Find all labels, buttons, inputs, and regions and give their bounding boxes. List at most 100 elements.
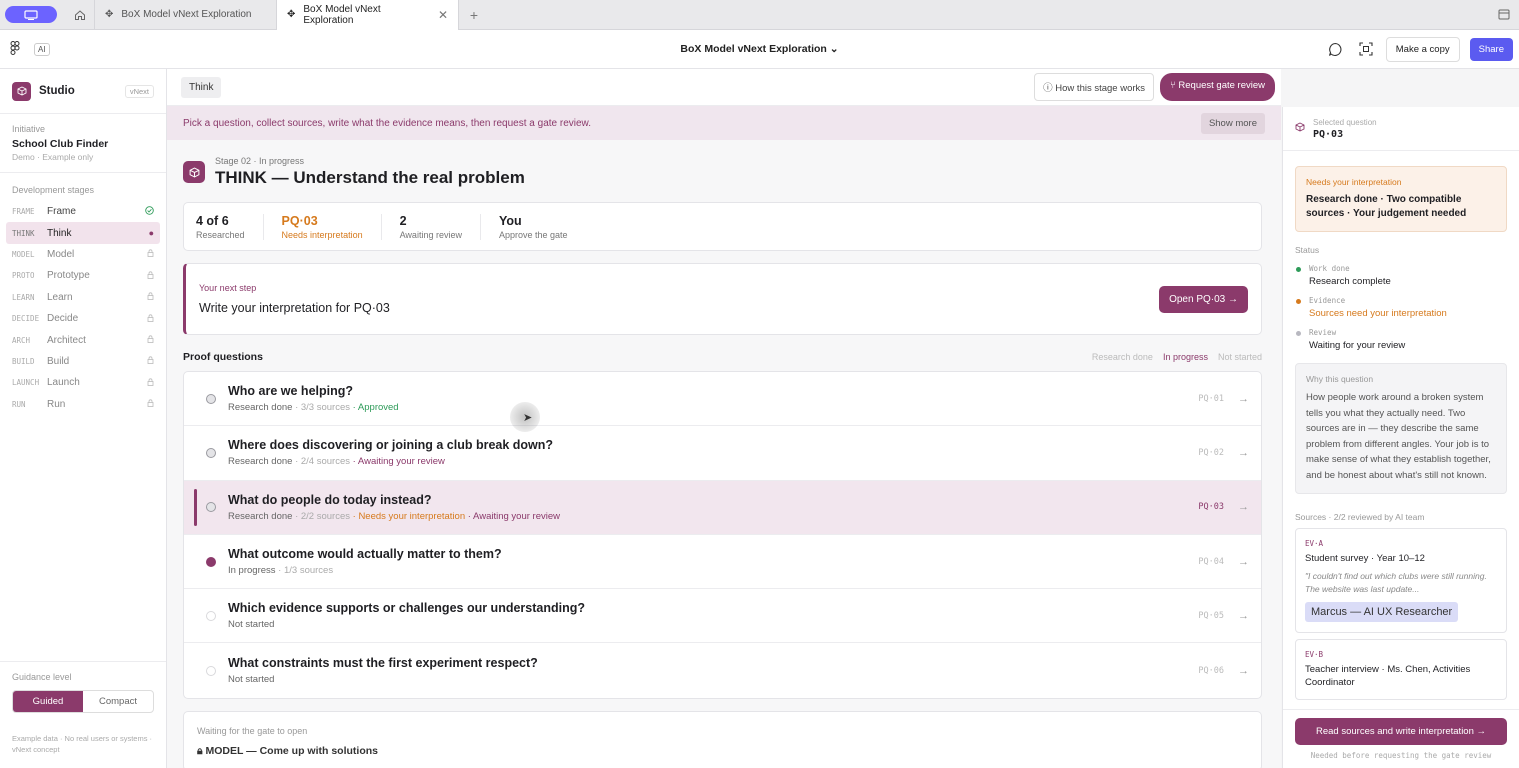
chevron-down-icon: ⌄ [829, 43, 839, 55]
stage-code: BUILD [12, 356, 35, 366]
sidebar-item-build[interactable]: BUILD Build [6, 351, 160, 372]
cube-icon [183, 161, 205, 183]
stage-name: Frame [47, 206, 76, 218]
selected-value: PQ·03 [1313, 128, 1344, 140]
sidebar-item-launch[interactable]: LAUNCH Launch [6, 372, 160, 393]
sidebar-item-learn[interactable]: LEARN Learn [6, 287, 160, 308]
callout-text: Research done · Two compatible sources ·… [1306, 194, 1467, 219]
initiative-name[interactable]: School Club Finder [12, 138, 154, 150]
cube-icon [12, 81, 31, 101]
lock-icon [147, 271, 154, 281]
new-tab-button[interactable]: + [459, 7, 489, 23]
sidebar-item-decide[interactable]: DECIDE Decide [6, 308, 160, 329]
list-item[interactable]: Where does discovering or joining a club… [184, 426, 1261, 481]
stage-name: Model [47, 248, 75, 260]
read-sources-button[interactable]: Read sources and write interpretation → [1295, 718, 1507, 745]
home-button[interactable] [65, 0, 95, 30]
status-work-done: Work done Research complete [1295, 264, 1507, 287]
stage-name: Prototype [47, 270, 90, 282]
initiative-block: Initiative School Club Finder Demo · Exa… [0, 114, 166, 173]
mouse-cursor-icon: ➤ [510, 402, 540, 432]
status-legend: Research done In progress Not started [1091, 352, 1262, 362]
home-icon [74, 9, 85, 20]
source-card-ev-b[interactable]: EV·B Teacher interview · Ms. Chen, Activ… [1295, 639, 1507, 700]
sidebar-item-run[interactable]: RUN Run [6, 394, 160, 415]
request-gate-review-button[interactable]: ⑂ Request gate review [1160, 73, 1275, 101]
status-dot-icon [1296, 267, 1301, 272]
question-id: PQ·04 [1198, 556, 1224, 567]
reviewer-chip[interactable]: Marcus — AI UX Researcher [1305, 602, 1459, 622]
stage-code: THINK [12, 228, 35, 238]
question-text: Where does discovering or joining a club… [228, 438, 554, 453]
stage-name: Think [47, 227, 72, 239]
browser-tab-2[interactable]: ✥ BoX Model vNext Exploration ✕ [277, 0, 459, 30]
initiative-label: Initiative [12, 124, 46, 134]
guidance-level: Guidance level Guided Compact Example da… [0, 661, 166, 768]
proof-questions-title: Proof questions [183, 351, 263, 363]
list-item[interactable]: Who are we helping? Research done · 3/3 … [184, 372, 1261, 427]
app-switcher-pill[interactable] [5, 6, 57, 23]
sidebar-item-frame[interactable]: FRAME Frame [6, 201, 160, 222]
list-item-selected[interactable]: What do people do today instead? Researc… [184, 480, 1261, 535]
selected-label: Selected question [1313, 117, 1377, 127]
tab-label: BoX Model vNext Exploration [303, 3, 381, 26]
stage-code: MODEL [12, 249, 35, 259]
window-menu-button[interactable] [1489, 9, 1519, 20]
sidebar-item-think[interactable]: THINK Think ● [6, 222, 160, 244]
next-stage-text: 🔒︎ MODEL — Come up with solutions [197, 744, 378, 757]
question-text: Which evidence supports or challenges ou… [228, 601, 585, 616]
compact-option[interactable]: Compact [83, 691, 153, 712]
stage-name: Launch [47, 377, 80, 389]
scan-icon[interactable] [1356, 39, 1376, 59]
stage-subtitle: Stage 02 · In progress [215, 156, 305, 166]
browser-tab-1[interactable]: ✥ BoX Model vNext Exploration [95, 0, 277, 30]
proof-questions-header: Proof questions Research done In progress… [183, 351, 1262, 363]
panel-footer: Read sources and write interpretation → … [1283, 709, 1519, 768]
list-item[interactable]: What outcome would actually matter to th… [184, 535, 1261, 590]
needs-interpretation-callout: Needs your interpretation Research done … [1295, 166, 1507, 232]
sidebar-item-prototype[interactable]: PROTO Prototype [6, 265, 160, 286]
next-step-label: Your next step [199, 283, 257, 293]
source-card-ev-a[interactable]: EV·A Student survey · Year 10–12 "I coul… [1295, 528, 1507, 633]
component-icon: ✥ [287, 9, 296, 20]
ai-badge[interactable]: AI [34, 42, 50, 56]
show-more-button[interactable]: Show more [1200, 112, 1265, 134]
sidebar-item-model[interactable]: MODEL Model [6, 244, 160, 265]
lock-icon [147, 399, 154, 409]
list-item[interactable]: What constraints must the first experime… [184, 643, 1261, 697]
list-item[interactable]: Which evidence supports or challenges ou… [184, 589, 1261, 644]
arrow-right-icon: → [1238, 446, 1249, 459]
next-gate-card: Waiting for the gate to open 🔒︎ MODEL — … [183, 710, 1262, 768]
stage-code: LAUNCH [12, 378, 40, 388]
figma-logo-icon[interactable] [10, 40, 22, 58]
open-pq03-button[interactable]: Open PQ·03 → [1159, 285, 1248, 313]
stat-needs-interpretation[interactable]: PQ·03 Needs interpretation [282, 213, 382, 240]
how-stage-works-button[interactable]: ⓘ How this stage works [1034, 73, 1155, 101]
example-data-note: Example data · No real users or systems … [12, 734, 153, 754]
share-button[interactable]: Share [1469, 37, 1513, 61]
stage-header: Stage 02 · In progress THINK — Understan… [183, 156, 1262, 188]
guided-option[interactable]: Guided [13, 691, 83, 712]
source-code: EV·A [1305, 539, 1324, 548]
question-text: What do people do today instead? [228, 492, 432, 507]
arrow-right-icon: → [1238, 392, 1249, 405]
comment-icon[interactable] [1326, 39, 1346, 59]
sidebar-item-architect[interactable]: ARCH Architect [6, 329, 160, 350]
guidance-banner: Pick a question, collect sources, write … [167, 106, 1281, 140]
question-meta: Research done · 3/3 sources · Approved [228, 402, 399, 414]
guidance-toggle: Guided Compact [12, 690, 154, 713]
close-tab-icon[interactable]: ✕ [438, 8, 448, 22]
status-dot-icon [1296, 331, 1301, 336]
stage-code: DECIDE [12, 314, 40, 324]
main-toolbar: Think ⓘ How this stage works ⑂ Request g… [167, 69, 1281, 106]
requirement-note: Needed before requesting the gate review [1310, 751, 1492, 760]
guidance-label: Guidance level [12, 672, 72, 682]
document-title[interactable]: BoX Model vNext Exploration ⌄ [0, 43, 1519, 55]
callout-label: Needs your interpretation [1306, 177, 1402, 187]
make-copy-button[interactable]: Make a copy [1385, 36, 1460, 62]
breadcrumb[interactable]: Think [181, 76, 222, 98]
banner-text: Pick a question, collect sources, write … [183, 117, 591, 129]
arrow-right-icon: → [1238, 664, 1249, 677]
question-meta: Research done · 2/2 sources · Needs your… [228, 510, 560, 522]
source-code: EV·B [1305, 650, 1324, 659]
